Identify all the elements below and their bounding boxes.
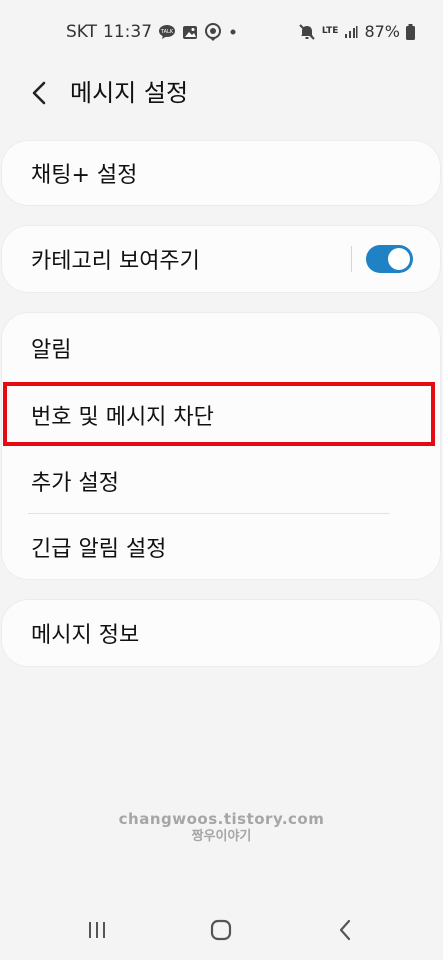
emergency-alerts-item[interactable]: 긴급 알림 설정 [2, 514, 440, 579]
toggle-divider [351, 246, 352, 272]
about-messages-label: 메시지 정보 [31, 623, 140, 648]
back-icon [339, 919, 351, 941]
about-messages-item[interactable]: 메시지 정보 [2, 600, 440, 666]
talk-bubble-icon: TALK [158, 24, 176, 40]
settings-card-about: 메시지 정보 [2, 600, 440, 666]
carrier-label: SKT [66, 22, 98, 42]
battery-icon [406, 23, 415, 40]
mute-icon [298, 23, 316, 41]
page-title: 메시지 설정 [70, 79, 189, 107]
watermark-url: changwoos.tistory.com [118, 810, 325, 828]
more-settings-item[interactable]: 추가 설정 [2, 448, 440, 514]
signal-icon [344, 25, 358, 39]
home-icon [210, 919, 232, 941]
nav-back-button[interactable] [325, 914, 365, 946]
image-icon [182, 25, 198, 40]
more-settings-label: 추가 설정 [31, 471, 119, 496]
network-type-label: LTE [321, 26, 339, 36]
settings-card-main: 알림 번호 및 메시지 차단 추가 설정 긴급 알림 설정 [2, 313, 440, 579]
watermark-name: 짱우이야기 [191, 829, 252, 844]
status-bar-right: LTE 87% [298, 22, 415, 41]
settings-card-categories: 카테고리 보여주기 [2, 226, 440, 292]
app-header: 메시지 설정 [0, 66, 443, 120]
location-pin-icon [204, 23, 222, 41]
toggle-knob [388, 248, 410, 270]
dot-icon [228, 27, 238, 37]
svg-text:TALK: TALK [160, 29, 174, 35]
recent-apps-button[interactable] [77, 914, 117, 946]
recent-apps-icon [89, 922, 105, 938]
notifications-label: 알림 [31, 337, 72, 363]
navigation-bar [0, 900, 443, 960]
status-bar: SKT 11:37 TALK LTE 87% [0, 0, 443, 66]
chevron-left-icon [32, 81, 46, 105]
emergency-alerts-label: 긴급 알림 설정 [31, 536, 167, 562]
battery-percent: 87% [364, 22, 400, 41]
home-button[interactable] [201, 914, 241, 946]
status-bar-left: SKT 11:37 TALK [66, 22, 238, 42]
clock: 11:37 [103, 22, 153, 42]
notifications-item[interactable]: 알림 [2, 313, 440, 382]
chat-plus-settings-item[interactable]: 채팅+ 설정 [2, 141, 440, 205]
highlight-box [3, 382, 435, 446]
chat-plus-settings-label: 채팅+ 설정 [31, 163, 138, 188]
back-button[interactable] [22, 76, 56, 110]
show-categories-toggle[interactable] [366, 245, 413, 273]
watermark: changwoos.tistory.com 짱우이야기 [0, 810, 443, 846]
show-categories-label: 카테고리 보여주기 [31, 249, 200, 274]
settings-card-chat: 채팅+ 설정 [2, 141, 440, 205]
